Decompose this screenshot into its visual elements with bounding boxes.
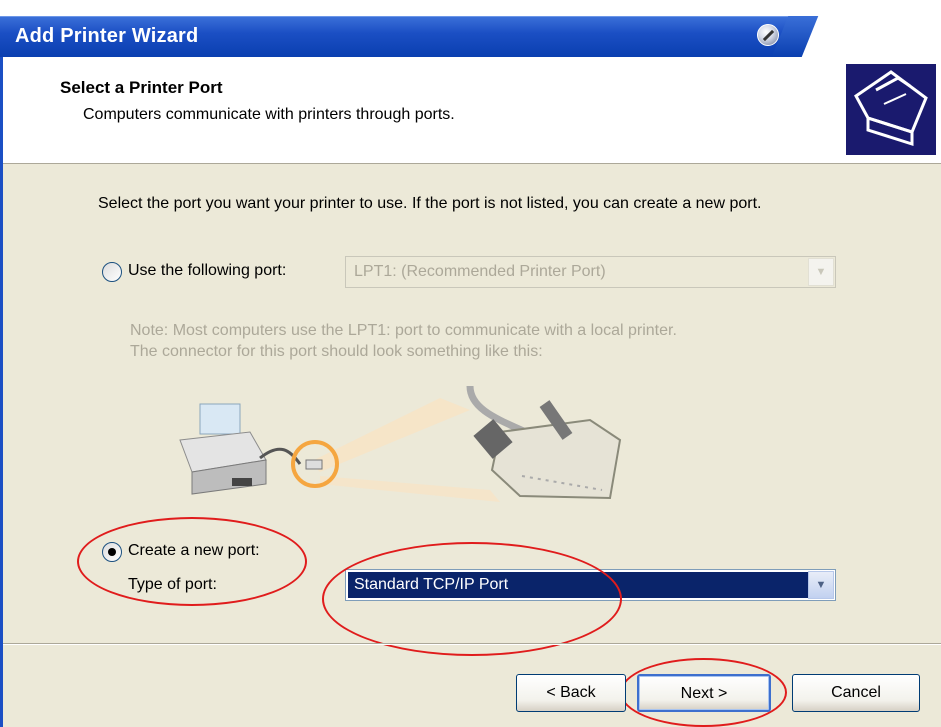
chevron-down-icon: ▼: [808, 258, 834, 286]
window-title: Add Printer Wizard: [15, 25, 199, 47]
page-title: Select a Printer Port: [60, 78, 223, 97]
create-new-port-label[interactable]: Create a new port:: [128, 542, 260, 560]
next-button[interactable]: Next >: [637, 674, 771, 712]
port-type-value: Standard TCP/IP Port: [354, 576, 509, 593]
port-select-value: LPT1: (Recommended Printer Port): [354, 263, 606, 280]
type-of-port-label: Type of port:: [128, 576, 217, 593]
note-line-2: The connector for this port should look …: [130, 343, 543, 360]
note-text: Note: Most computers use the LPT1: port …: [130, 320, 860, 362]
help-icon[interactable]: [757, 24, 779, 46]
instruction-text: Select the port you want your printer to…: [98, 195, 762, 212]
use-following-port-radio[interactable]: [102, 262, 122, 282]
printer-port-icon: [846, 64, 936, 155]
port-select-disabled: LPT1: (Recommended Printer Port) ▼: [345, 256, 836, 288]
use-following-port-label[interactable]: Use the following port:: [128, 262, 286, 280]
cancel-button[interactable]: Cancel: [792, 674, 920, 712]
button-divider: [3, 643, 941, 645]
port-connector-illustration: [170, 380, 650, 520]
back-button[interactable]: < Back: [516, 674, 626, 712]
note-line-1: Note: Most computers use the LPT1: port …: [130, 322, 677, 339]
page-subtitle: Computers communicate with printers thro…: [83, 106, 455, 123]
chevron-down-icon[interactable]: ▼: [808, 571, 834, 599]
create-new-port-radio[interactable]: [102, 542, 122, 562]
port-type-select[interactable]: Standard TCP/IP Port ▼: [345, 569, 836, 601]
